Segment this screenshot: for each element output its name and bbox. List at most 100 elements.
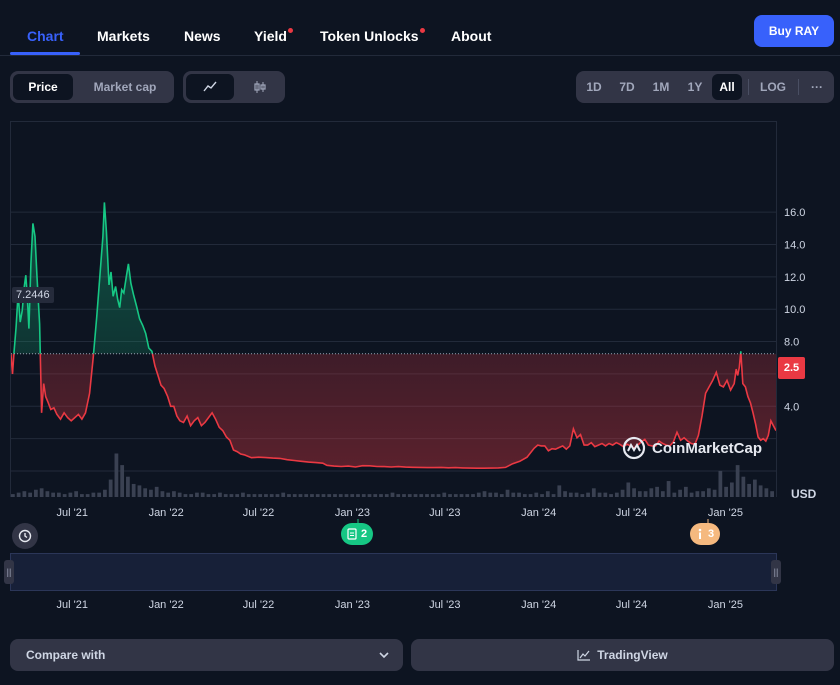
volume-bar: [28, 492, 33, 497]
volume-bar: [568, 492, 573, 497]
volume-bar: [258, 494, 263, 497]
x-tick-label: Jan '23: [335, 507, 370, 519]
volume-bar: [22, 491, 27, 497]
navigator-x-tick-label: Jul '22: [243, 599, 274, 611]
volume-bar: [482, 491, 487, 497]
volume-bar: [442, 492, 447, 497]
volume-bar: [114, 453, 119, 497]
y-tick-label: 8.0: [784, 337, 799, 349]
volume-bar: [333, 494, 337, 497]
volume-bar: [103, 489, 107, 497]
volume-bar: [637, 491, 642, 497]
volume-bar: [701, 491, 705, 497]
volume-bar: [563, 491, 567, 497]
x-tick-label: Jan '22: [149, 507, 184, 519]
info-icon: [698, 528, 702, 539]
volume-bar: [97, 492, 102, 497]
volume-bar: [57, 492, 61, 497]
volume-bar: [430, 494, 435, 497]
volume-bar: [177, 492, 182, 497]
volume-bar: [310, 494, 314, 497]
volume-bar: [706, 488, 711, 497]
last-price-tag: 2.5: [778, 357, 805, 379]
volume-bar: [120, 465, 125, 497]
news-event-marker[interactable]: 2: [341, 523, 374, 545]
volume-bar: [666, 481, 671, 497]
tradingview-label: TradingView: [597, 648, 668, 662]
volume-bar: [407, 494, 412, 497]
volume-bar: [534, 492, 539, 497]
volume-bar: [344, 494, 349, 497]
volume-bar: [350, 494, 355, 497]
volume-bar: [384, 494, 389, 497]
volume-bar: [425, 494, 429, 497]
volume-bar: [649, 488, 654, 497]
volume-bar: [264, 494, 268, 497]
volume-bar: [241, 492, 245, 497]
volume-bar: [131, 483, 136, 497]
volume-bar: [39, 488, 44, 497]
volume-bar: [321, 494, 326, 497]
volume-bar: [499, 494, 504, 497]
volume-bar: [758, 485, 763, 497]
baseline-value-label: 7.2446: [12, 287, 54, 303]
volume-bar: [764, 488, 769, 497]
volume-bar: [80, 494, 84, 497]
volume-bar: [287, 494, 291, 497]
volume-bar: [275, 494, 280, 497]
y-tick-label: 14.0: [784, 239, 805, 251]
volume-bar: [494, 492, 498, 497]
tradingview-button[interactable]: TradingView: [411, 639, 834, 671]
volume-bar: [660, 491, 665, 497]
volume-bar: [724, 486, 728, 497]
navigator-x-tick-label: Jul '23: [429, 599, 460, 611]
volume-bar: [453, 494, 458, 497]
volume-bar: [229, 494, 234, 497]
volume-bar: [741, 476, 746, 497]
compare-with-dropdown[interactable]: Compare with: [10, 639, 403, 671]
volume-bar: [212, 494, 217, 497]
x-tick-label: Jul '22: [243, 507, 274, 519]
range-navigator[interactable]: [10, 553, 777, 591]
volume-bar: [367, 494, 372, 497]
volume-bar: [678, 489, 682, 497]
volume-bar: [402, 494, 406, 497]
volume-bar: [327, 494, 332, 497]
volume-bar: [218, 492, 222, 497]
volume-bar: [413, 494, 418, 497]
watermark-text: CoinMarketCap: [652, 439, 763, 457]
volume-bar: [476, 492, 481, 497]
y-tick-label: 16.0: [784, 207, 805, 219]
volume-bar: [752, 479, 757, 497]
volume-bar: [45, 491, 50, 497]
navigator-left-handle[interactable]: ||: [4, 560, 14, 584]
volume-bar: [62, 494, 67, 497]
volume-bar: [459, 494, 464, 497]
volume-bar: [160, 491, 165, 497]
currency-label: USD: [791, 487, 817, 501]
volume-bar: [419, 494, 424, 497]
volume-bar: [154, 486, 159, 497]
volume-bar: [551, 494, 556, 497]
x-tick-label: Jul '21: [57, 507, 88, 519]
volume-bar: [11, 494, 15, 497]
navigator-x-tick-label: Jul '21: [57, 599, 88, 611]
volume-bar: [718, 470, 723, 497]
info-event-marker[interactable]: 3: [690, 523, 721, 545]
volume-bar: [304, 494, 309, 497]
volume-bar: [436, 494, 441, 497]
volume-bar: [166, 492, 171, 497]
volume-bar: [465, 494, 470, 497]
volume-bar: [712, 489, 717, 497]
volume-bar: [235, 494, 240, 497]
y-tick-label: 4.0: [784, 401, 799, 413]
volume-bar: [448, 494, 452, 497]
volume-bar: [51, 492, 56, 497]
volume-bar: [557, 485, 562, 497]
history-button[interactable]: [12, 523, 38, 549]
chevron-down-icon: [379, 652, 389, 659]
volume-bar: [574, 492, 579, 497]
volume-bar: [356, 494, 360, 497]
navigator-right-handle[interactable]: ||: [771, 560, 781, 584]
volume-bar: [632, 488, 636, 497]
